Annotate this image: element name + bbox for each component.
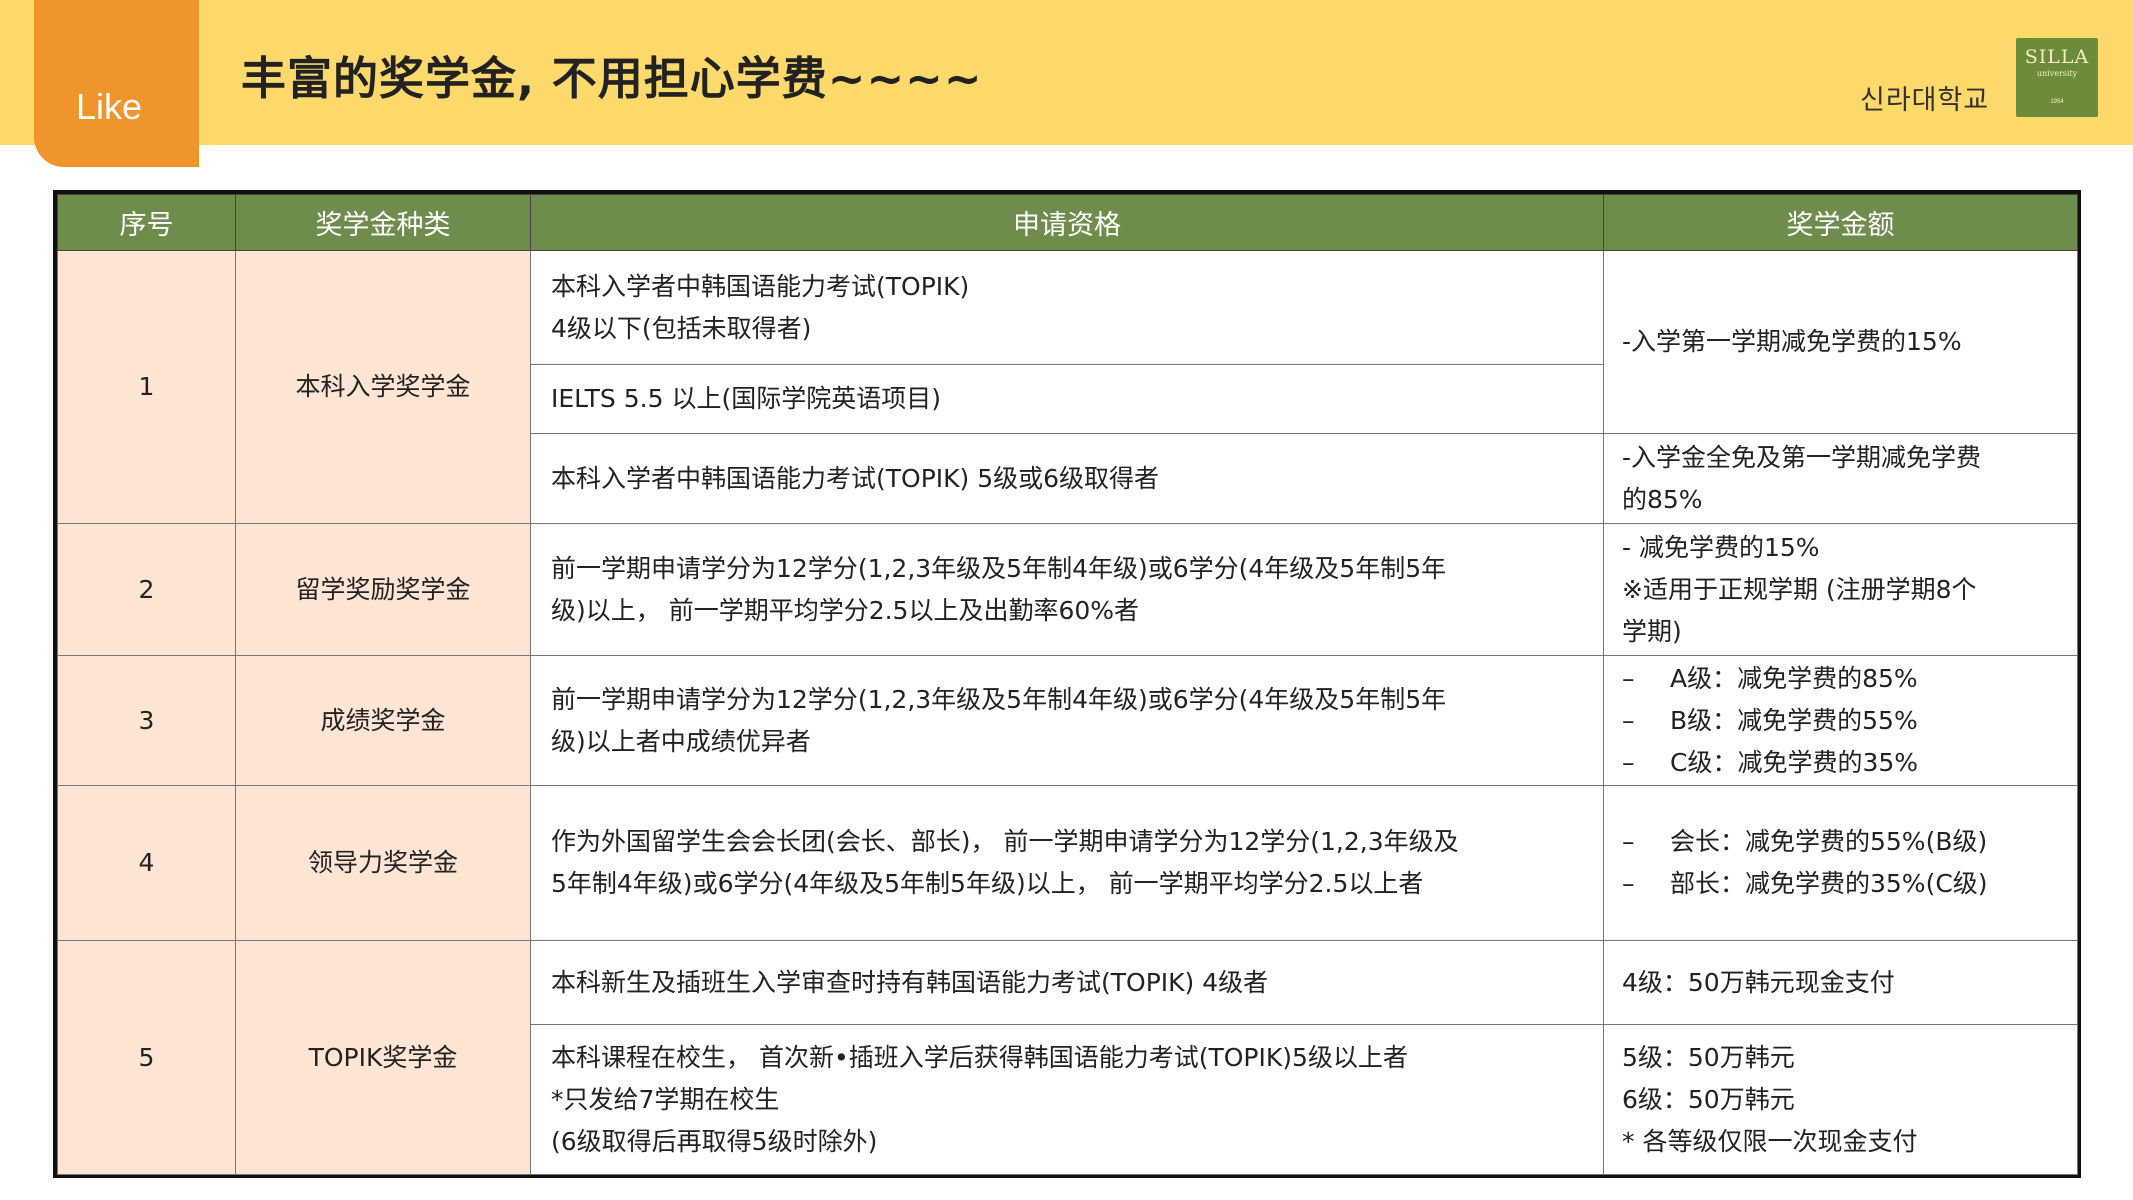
eligibility-line: 本科课程在校生， 首次新•插班入学后获得韩国语能力考试(TOPIK)5级以上者 xyxy=(551,1042,1408,1072)
row-number: 5 xyxy=(57,940,236,1175)
scholarship-type: 成绩奖学金 xyxy=(235,655,531,786)
amount-line: ※适用于正规学期 (注册学期8个 xyxy=(1622,574,1977,604)
eligibility-line: *只发给7学期在校生 xyxy=(551,1084,780,1114)
amount-line: – C级：减免学费的35% xyxy=(1622,747,1919,777)
eligibility-line: 前一学期申请学分为12学分(1,2,3年级及5年制4年级)或6学分(4年级及5年… xyxy=(551,553,1447,583)
table-row: 1 本科入学奖学金 本科入学者中韩国语能力考试(TOPIK) 4级以下(包括未取… xyxy=(57,250,2078,524)
logo-main-text: SILLA xyxy=(2024,46,2090,68)
amount-cell: 4级：50万韩元现金支付 xyxy=(1603,940,2078,1025)
amount-cell: -入学第一学期减免学费的15% xyxy=(1603,250,2078,434)
amount-line: 6级：50万韩元 xyxy=(1622,1084,1795,1114)
eligibility-line: 5年制4年级)或6学分(4年级及5年制5年级)以上， 前一学期平均学分2.5以上… xyxy=(551,869,1424,898)
table-row: 5 TOPIK奖学金 本科新生及插班生入学审查时持有韩国语能力考试(TOPIK)… xyxy=(57,940,2078,1175)
eligibility-line: 作为外国留学生会会长团(会长、部长)， 前一学期申请学分为12学分(1,2,3年… xyxy=(551,827,1459,856)
table-row: 2 留学奖励奖学金 前一学期申请学分为12学分(1,2,3年级及5年制4年级)或… xyxy=(57,523,2078,656)
table-row: 4 领导力奖学金 作为外国留学生会会长团(会长、部长)， 前一学期申请学分为12… xyxy=(57,785,2078,941)
amount-cell: 5级：50万韩元 6级：50万韩元 * 各等级仅限一次现金支付 xyxy=(1603,1024,2078,1175)
eligibility-line: 级)以上者中成绩优异者 xyxy=(551,726,811,756)
eligibility-line: 4级以下(包括未取得者) xyxy=(551,313,812,343)
amount-line: 4级：50万韩元现金支付 xyxy=(1622,967,1895,997)
eligibility-cell: 本科入学者中韩国语能力考试(TOPIK) 5级或6级取得者 xyxy=(530,433,1604,524)
like-label: Like xyxy=(76,86,143,127)
amount-line: -入学金全免及第一学期减免学费 xyxy=(1622,442,1982,472)
like-tab: Like xyxy=(34,0,199,167)
amount-line: – A级：减免学费的85% xyxy=(1622,663,1918,693)
eligibility-line: IELTS 5.5 以上(国际学院英语项目) xyxy=(551,384,941,413)
scholarship-table: 序号 奖学金种类 申请资格 奖学金额 1 本科入学奖学金 本科入学者中韩国语能力… xyxy=(57,194,2078,1175)
row-number: 2 xyxy=(57,523,236,656)
row-number: 3 xyxy=(57,655,236,786)
university-logo: SILLA university 1954 xyxy=(2016,38,2098,117)
header-eligibility: 申请资格 xyxy=(530,194,1604,251)
amount-line: * 各等级仅限一次现金支付 xyxy=(1622,1126,1918,1156)
scholarship-type: 领导力奖学金 xyxy=(235,785,531,941)
amount-cell: – 会长：减免学费的55%(B级) – 部长：减免学费的35%(C级) xyxy=(1603,785,2078,941)
eligibility-cell: 前一学期申请学分为12学分(1,2,3年级及5年制4年级)或6学分(4年级及5年… xyxy=(530,655,1604,786)
eligibility-cell: 本科课程在校生， 首次新•插班入学后获得韩国语能力考试(TOPIK)5级以上者 … xyxy=(530,1024,1604,1175)
amount-line: – 部长：减免学费的35%(C级) xyxy=(1622,869,1988,898)
table-header-row: 序号 奖学金种类 申请资格 奖学金额 xyxy=(57,194,2078,251)
table-row: 3 成绩奖学金 前一学期申请学分为12学分(1,2,3年级及5年制4年级)或6学… xyxy=(57,655,2078,786)
amount-line: 5级：50万韩元 xyxy=(1622,1042,1795,1072)
eligibility-cell: 作为外国留学生会会长团(会长、部长)， 前一学期申请学分为12学分(1,2,3年… xyxy=(530,785,1604,941)
eligibility-line: 前一学期申请学分为12学分(1,2,3年级及5年制4年级)或6学分(4年级及5年… xyxy=(551,684,1447,714)
eligibility-cell: 前一学期申请学分为12学分(1,2,3年级及5年制4年级)或6学分(4年级及5年… xyxy=(530,523,1604,656)
amount-cell: - 减免学费的15% ※适用于正规学期 (注册学期8个 学期) xyxy=(1603,523,2078,656)
amount-line: 的85% xyxy=(1622,484,1703,514)
eligibility-line: (6级取得后再取得5级时除外) xyxy=(551,1126,878,1156)
university-name: 신라대학교 xyxy=(1860,85,1990,116)
amount-line: – 会长：减免学费的55%(B级) xyxy=(1622,827,1988,856)
header-type: 奖学金种类 xyxy=(235,194,531,251)
eligibility-cell: 本科新生及插班生入学审查时持有韩国语能力考试(TOPIK) 4级者 xyxy=(530,940,1604,1025)
logo-year-text: 1954 xyxy=(2050,99,2064,105)
row-number: 4 xyxy=(57,785,236,941)
amount-line: -入学第一学期减免学费的15% xyxy=(1622,327,1962,356)
scholarship-type: TOPIK奖学金 xyxy=(235,940,531,1175)
page-title: 丰富的奖学金, 不用担心学费~~~~ xyxy=(241,52,983,105)
amount-line: – B级：减免学费的55% xyxy=(1622,705,1918,735)
row-number: 1 xyxy=(57,250,236,524)
eligibility-line: 本科新生及插班生入学审查时持有韩国语能力考试(TOPIK) 4级者 xyxy=(551,967,1269,997)
amount-line: - 减免学费的15% xyxy=(1622,532,1820,562)
header-amount: 奖学金额 xyxy=(1603,194,2078,251)
amount-cell: -入学金全免及第一学期减免学费 的85% xyxy=(1603,433,2078,524)
amount-line: 学期) xyxy=(1622,616,1682,646)
eligibility-line: 本科入学者中韩国语能力考试(TOPIK) 5级或6级取得者 xyxy=(551,463,1160,493)
scholarship-type: 留学奖励奖学金 xyxy=(235,523,531,656)
logo-sub-text: university xyxy=(2036,69,2078,78)
eligibility-line: 级)以上， 前一学期平均学分2.5以上及出勤率60%者 xyxy=(551,595,1140,625)
scholarship-type: 本科入学奖学金 xyxy=(235,250,531,524)
eligibility-cell: 本科入学者中韩国语能力考试(TOPIK) 4级以下(包括未取得者) xyxy=(530,250,1604,365)
eligibility-line: 本科入学者中韩国语能力考试(TOPIK) xyxy=(551,271,970,301)
amount-cell: – A级：减免学费的85% – B级：减免学费的55% – C级：减免学费的35% xyxy=(1603,655,2078,786)
eligibility-cell: IELTS 5.5 以上(国际学院英语项目) xyxy=(530,364,1604,434)
header-no: 序号 xyxy=(57,194,236,251)
scholarship-table-frame: 序号 奖学金种类 申请资格 奖学金额 1 本科入学奖学金 本科入学者中韩国语能力… xyxy=(53,190,2081,1178)
